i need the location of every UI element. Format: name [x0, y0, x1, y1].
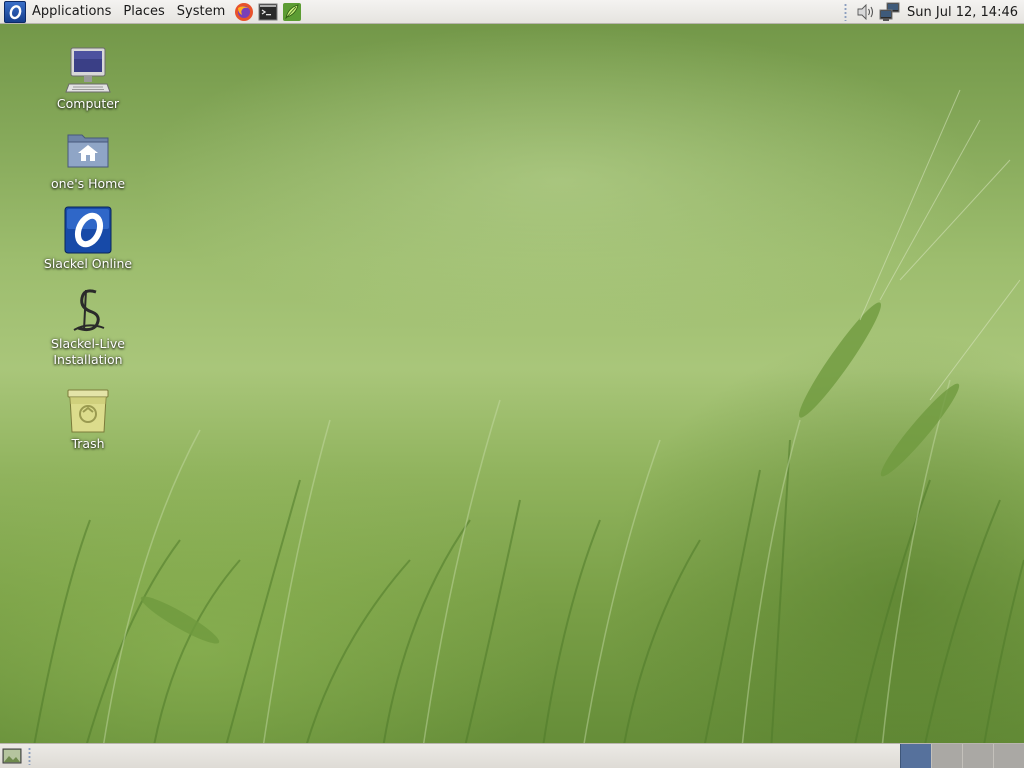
bottom-panel: [0, 743, 1024, 768]
terminal-icon[interactable]: [257, 1, 279, 23]
system-tray: Sun Jul 12, 14:46: [838, 0, 1024, 24]
workspace-switcher: [900, 744, 1024, 768]
workspace-2[interactable]: [931, 744, 962, 768]
desktop-icon-label: Slackel Online: [43, 256, 133, 271]
feather-icon[interactable]: [281, 1, 303, 23]
slackel-logo-icon: [64, 206, 112, 254]
home-folder-icon: [64, 126, 112, 174]
computer-icon: [64, 46, 112, 94]
slackel-menu-logo-icon[interactable]: [4, 0, 26, 23]
applications-menu[interactable]: Applications: [26, 1, 117, 23]
desktop-icon-slackel-live-installation[interactable]: Slackel-Live Installation: [38, 286, 138, 368]
desktop-icon-label: one's Home: [50, 176, 126, 191]
places-menu[interactable]: Places: [117, 1, 170, 23]
desktop-icon-computer[interactable]: Computer: [38, 46, 138, 112]
panel-drag-handle[interactable]: [28, 747, 31, 765]
panel-drag-handle[interactable]: [844, 3, 848, 21]
firefox-icon[interactable]: [233, 1, 255, 23]
system-menu[interactable]: System: [171, 1, 231, 23]
desktop-icon-label: Slackel-Live Installation: [51, 336, 125, 367]
desktop-icon-label: Computer: [56, 96, 120, 111]
wallpaper: [0, 0, 1024, 768]
trash-icon: [64, 386, 112, 434]
network-icon[interactable]: [879, 1, 901, 23]
top-panel: Applications Places System Sun Jul 12, 1…: [0, 0, 1024, 24]
desktop-icon-slackel-online[interactable]: Slackel Online: [38, 206, 138, 272]
workspace-3[interactable]: [962, 744, 993, 768]
workspace-1[interactable]: [900, 744, 931, 768]
clock[interactable]: Sun Jul 12, 14:46: [901, 5, 1024, 20]
show-desktop-icon[interactable]: [2, 747, 22, 765]
volume-icon[interactable]: [855, 1, 877, 23]
desktop-icon-trash[interactable]: Trash: [38, 386, 138, 452]
slackel-installer-icon: [64, 286, 112, 334]
desktop-screen: Applications Places System Sun Jul 12, 1…: [0, 0, 1024, 768]
desktop-icon-home[interactable]: one's Home: [38, 126, 138, 192]
workspace-4[interactable]: [993, 744, 1024, 768]
desktop-icon-label: Trash: [71, 436, 105, 451]
wallpaper-grass: [29, 89, 1024, 768]
